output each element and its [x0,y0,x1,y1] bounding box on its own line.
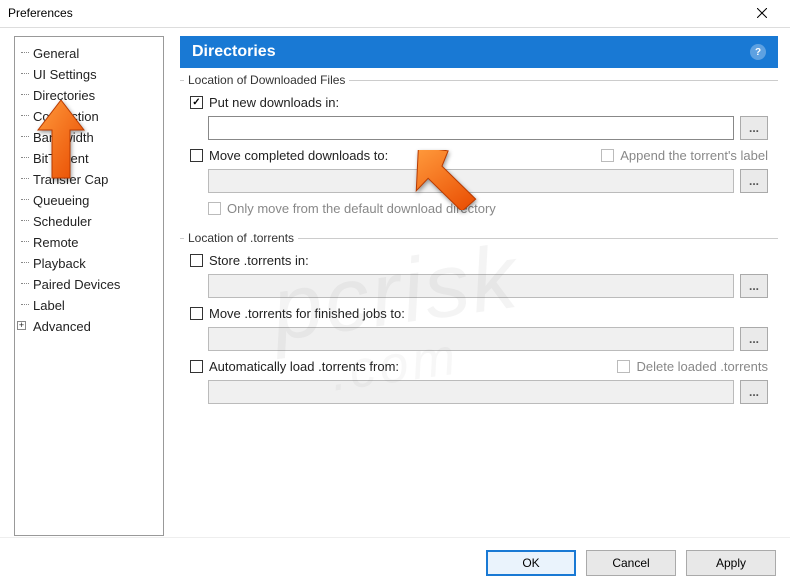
move-finished-checkbox[interactable] [190,307,203,320]
sidebar-item-directories[interactable]: Directories [17,85,161,106]
close-button[interactable] [742,2,782,24]
put-new-downloads-checkbox[interactable] [190,96,203,109]
move-completed-label: Move completed downloads to: [209,148,388,163]
expand-icon[interactable]: + [17,321,26,330]
sidebar-item-general[interactable]: General [17,43,161,64]
move-completed-path [208,169,734,193]
store-torrents-path [208,274,734,298]
browse-button[interactable]: ... [740,169,768,193]
sidebar-item-ui-settings[interactable]: UI Settings [17,64,161,85]
autoload-checkbox[interactable] [190,360,203,373]
sidebar-item-bandwidth[interactable]: Bandwidth [17,127,161,148]
window-title: Preferences [8,6,73,20]
put-new-downloads-path[interactable] [208,116,734,140]
footer: OK Cancel Apply [0,537,790,588]
sidebar-item-scheduler[interactable]: Scheduler [17,211,161,232]
delete-loaded-label: Delete loaded .torrents [636,359,768,374]
group-torrents-location: Location of .torrents Store .torrents in… [180,238,778,414]
put-new-downloads-label: Put new downloads in: [209,95,339,110]
ok-button[interactable]: OK [486,550,576,576]
store-torrents-label: Store .torrents in: [209,253,309,268]
sidebar-item-advanced[interactable]: +Advanced [17,316,161,337]
panel-header: Directories ? [180,36,778,68]
sidebar-item-remote[interactable]: Remote [17,232,161,253]
browse-button[interactable]: ... [740,380,768,404]
group-title: Location of Downloaded Files [184,73,349,87]
sidebar-item-queueing[interactable]: Queueing [17,190,161,211]
sidebar-item-connection[interactable]: Connection [17,106,161,127]
store-torrents-checkbox[interactable] [190,254,203,267]
delete-loaded-checkbox [617,360,630,373]
append-label-label: Append the torrent's label [620,148,768,163]
append-label-checkbox [601,149,614,162]
autoload-label: Automatically load .torrents from: [209,359,399,374]
autoload-path [208,380,734,404]
browse-button[interactable]: ... [740,274,768,298]
browse-button[interactable]: ... [740,116,768,140]
apply-button[interactable]: Apply [686,550,776,576]
browse-button[interactable]: ... [740,327,768,351]
main-panel: Directories ? Location of Downloaded Fil… [180,36,778,536]
titlebar: Preferences [0,0,790,28]
cancel-button[interactable]: Cancel [586,550,676,576]
sidebar-item-transfer-cap[interactable]: Transfer Cap [17,169,161,190]
sidebar-item-paired-devices[interactable]: Paired Devices [17,274,161,295]
move-finished-label: Move .torrents for finished jobs to: [209,306,405,321]
sidebar-item-playback[interactable]: Playback [17,253,161,274]
sidebar: General UI Settings Directories Connecti… [14,36,164,536]
sidebar-item-bittorrent[interactable]: BitTorrent [17,148,161,169]
only-move-label: Only move from the default download dire… [227,201,496,216]
only-move-checkbox [208,202,221,215]
sidebar-item-label[interactable]: Label [17,295,161,316]
help-icon[interactable]: ? [750,44,766,60]
move-completed-checkbox[interactable] [190,149,203,162]
move-finished-path [208,327,734,351]
group-title: Location of .torrents [184,231,298,245]
close-icon [757,8,767,18]
group-downloaded-files: Location of Downloaded Files Put new dow… [180,80,778,226]
panel-title: Directories [192,43,276,61]
